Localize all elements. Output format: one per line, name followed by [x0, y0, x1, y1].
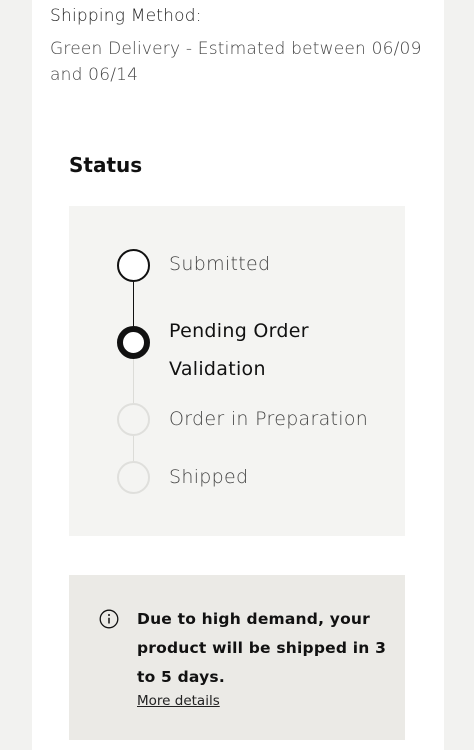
shipping-method-value: Green Delivery - Estimated between 06/09… [50, 39, 422, 85]
shipping-delay-notice: Due to high demand, your product will be… [69, 575, 405, 740]
step-submitted-label: Submitted [169, 253, 271, 275]
step-preparation-marker [117, 403, 150, 436]
shipping-method-label: Shipping Method: [50, 6, 202, 26]
info-icon [99, 609, 119, 629]
order-details-card: Shipping Method: Green Delivery - Estima… [32, 0, 444, 750]
timeline-connector-completed [133, 282, 134, 326]
notice-message: Due to high demand, your product will be… [137, 610, 387, 686]
step-submitted-marker [117, 249, 150, 282]
timeline-connector-upcoming [133, 436, 134, 461]
step-shipped-marker [117, 461, 150, 494]
status-heading: Status [69, 153, 143, 177]
step-pending-validation-label: Pending Order Validation [169, 320, 309, 380]
status-timeline: Submitted Pending Order Validation Order… [69, 206, 405, 536]
more-details-link[interactable]: More details [137, 693, 220, 709]
step-pending-validation-marker [117, 326, 150, 359]
step-shipped-label: Shipped [169, 466, 249, 488]
timeline-connector-upcoming [133, 359, 134, 403]
step-preparation-label: Order in Preparation [169, 408, 369, 430]
